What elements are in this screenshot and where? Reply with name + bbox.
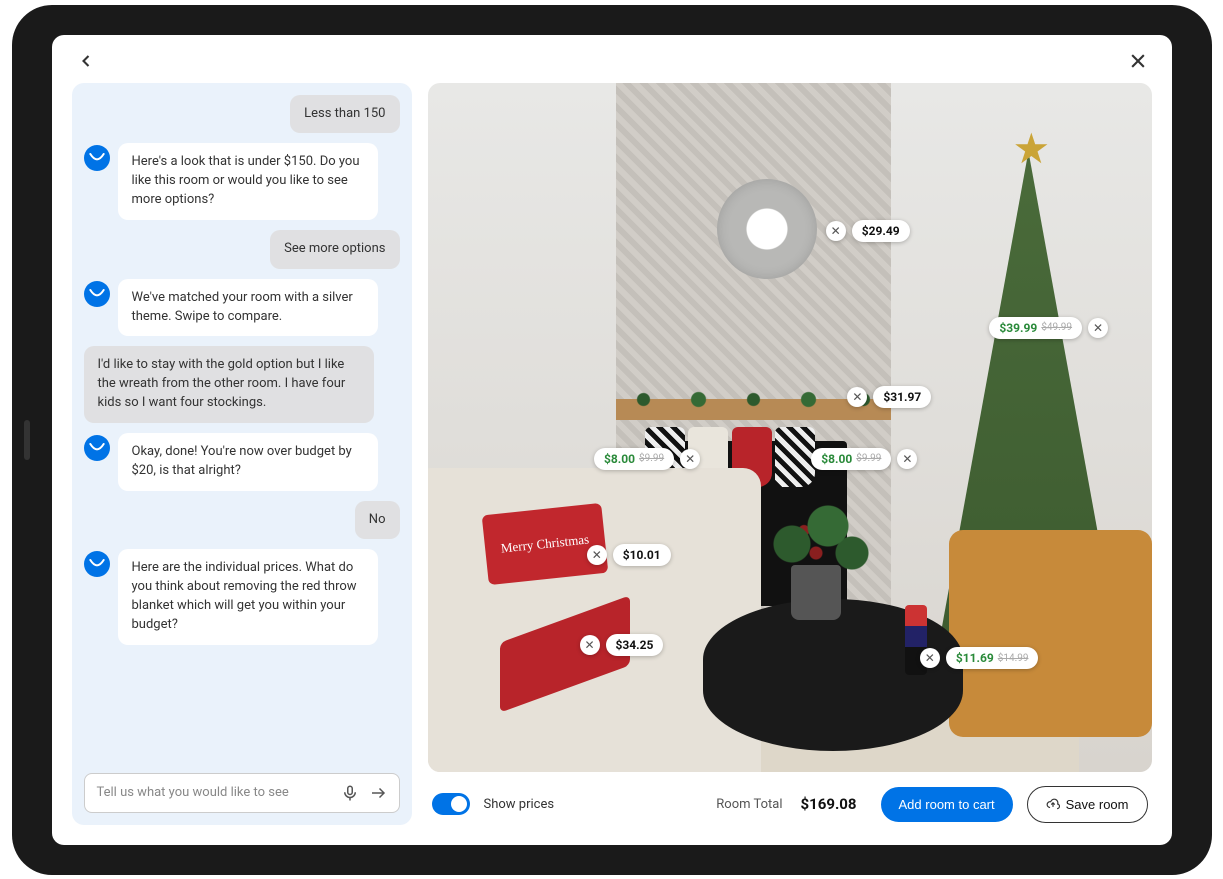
price-old: $14.99 (998, 653, 1029, 664)
message-text: See more options (270, 230, 399, 269)
send-icon[interactable] (369, 784, 387, 802)
remove-item-button[interactable]: ✕ (847, 387, 867, 407)
chat-message-user: See more options (84, 230, 400, 269)
vase-illustration (761, 500, 871, 620)
assistant-avatar (84, 551, 110, 577)
price-tag-stocking-left[interactable]: $8.00 $9.99 ✕ (594, 448, 700, 470)
remove-item-button[interactable]: ✕ (587, 545, 607, 565)
smile-icon (89, 152, 105, 164)
room-panel: ★ Merry Christmas ✕ $29.49 ✕ $3 (428, 83, 1152, 825)
back-button[interactable] (76, 51, 96, 75)
price-old: $49.99 (1041, 322, 1072, 333)
chat-message-assistant: Here's a look that is under $150. Do you… (84, 143, 400, 220)
smile-icon (89, 558, 105, 570)
remove-item-button[interactable]: ✕ (826, 221, 846, 241)
wreath-illustration (717, 179, 817, 279)
price-old: $9.99 (856, 453, 881, 464)
chat-message-user: No (84, 501, 400, 540)
message-text: I'd like to stay with the gold option bu… (84, 346, 374, 423)
assistant-avatar (84, 145, 110, 171)
remove-item-button[interactable]: ✕ (897, 449, 917, 469)
chat-message-neutral: I'd like to stay with the gold option bu… (84, 346, 400, 423)
price-value: $29.49 (862, 224, 900, 238)
app-screen: Less than 150 Here's a look that is unde… (52, 35, 1172, 845)
chat-message-assistant: Here are the individual prices. What do … (84, 549, 400, 644)
microphone-icon[interactable] (341, 784, 359, 802)
save-room-label: Save room (1066, 797, 1129, 812)
price-tag-pillow[interactable]: ✕ $10.01 (587, 544, 671, 566)
star-icon: ★ (1012, 124, 1050, 174)
message-text: Less than 150 (290, 95, 399, 134)
message-text: Here's a look that is under $150. Do you… (118, 143, 378, 220)
price-pill: $8.00 $9.99 (811, 448, 891, 470)
chat-input-placeholder: Tell us what you would like to see (97, 785, 331, 800)
price-pill: $11.69 $14.99 (946, 647, 1039, 669)
room-preview[interactable]: ★ Merry Christmas ✕ $29.49 ✕ $3 (428, 83, 1152, 772)
close-icon (1128, 51, 1148, 71)
chaise-illustration (949, 530, 1152, 737)
price-value: $10.01 (623, 548, 661, 562)
price-tag-stocking-right[interactable]: $8.00 $9.99 ✕ (811, 448, 917, 470)
price-tag-wreath[interactable]: ✕ $29.49 (826, 220, 910, 242)
save-room-button[interactable]: Save room (1027, 786, 1148, 823)
message-text: We've matched your room with a silver th… (118, 279, 378, 337)
chat-input[interactable]: Tell us what you would like to see (84, 773, 400, 813)
chat-messages: Less than 150 Here's a look that is unde… (84, 95, 400, 763)
price-tag-garland[interactable]: ✕ $31.97 (847, 386, 931, 408)
chat-panel: Less than 150 Here's a look that is unde… (72, 83, 412, 825)
price-tag-tree[interactable]: $39.99 $49.99 ✕ (989, 317, 1108, 339)
message-text: Okay, done! You're now over budget by $2… (118, 433, 378, 491)
price-value: $11.69 (956, 651, 994, 665)
price-pill: $8.00 $9.99 (594, 448, 674, 470)
add-room-to-cart-button[interactable]: Add room to cart (881, 787, 1013, 822)
top-bar (52, 35, 1172, 83)
pillow-text: Merry Christmas (501, 531, 591, 556)
assistant-avatar (84, 435, 110, 461)
chat-message-user: Less than 150 (84, 95, 400, 134)
price-value: $8.00 (821, 452, 852, 466)
remove-item-button[interactable]: ✕ (580, 635, 600, 655)
price-value: $8.00 (604, 452, 635, 466)
show-prices-label: Show prices (484, 797, 555, 812)
chevron-left-icon (76, 51, 96, 71)
room-total-value: $169.08 (801, 795, 857, 813)
price-tag-nutcracker[interactable]: ✕ $11.69 $14.99 (920, 647, 1039, 669)
room-total-label: Room Total (716, 797, 782, 812)
show-prices-toggle[interactable] (432, 793, 470, 815)
price-old: $9.99 (639, 453, 664, 464)
price-pill: $10.01 (613, 544, 671, 566)
remove-item-button[interactable]: ✕ (1088, 318, 1108, 338)
content: Less than 150 Here's a look that is unde… (52, 83, 1172, 845)
chat-message-assistant: Okay, done! You're now over budget by $2… (84, 433, 400, 491)
tablet-home-indicator (24, 420, 30, 460)
remove-item-button[interactable]: ✕ (680, 449, 700, 469)
smile-icon (89, 288, 105, 300)
close-button[interactable] (1128, 51, 1148, 75)
price-pill: $39.99 $49.99 (989, 317, 1082, 339)
message-text: No (355, 501, 400, 540)
remove-item-button[interactable]: ✕ (920, 648, 940, 668)
cloud-upload-icon (1046, 797, 1060, 811)
room-footer: Show prices Room Total $169.08 Add room … (428, 782, 1152, 825)
price-value: $34.25 (616, 638, 654, 652)
chat-message-assistant: We've matched your room with a silver th… (84, 279, 400, 337)
stocking-illustration (775, 427, 815, 487)
price-value: $39.99 (999, 321, 1037, 335)
tablet-frame: Less than 150 Here's a look that is unde… (12, 5, 1212, 875)
message-text: Here are the individual prices. What do … (118, 549, 378, 644)
price-pill: $29.49 (852, 220, 910, 242)
price-pill: $34.25 (606, 634, 664, 656)
price-pill: $31.97 (873, 386, 931, 408)
price-tag-throw[interactable]: ✕ $34.25 (580, 634, 664, 656)
price-value: $31.97 (883, 390, 921, 404)
assistant-avatar (84, 281, 110, 307)
smile-icon (89, 442, 105, 454)
